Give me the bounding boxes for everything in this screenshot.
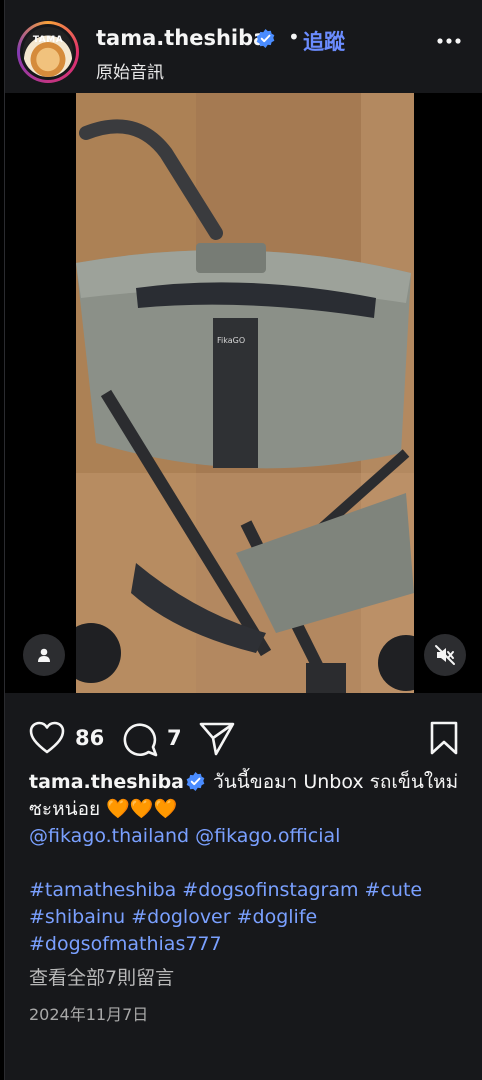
share-icon[interactable] <box>198 721 236 757</box>
avatar-text: TAMA <box>32 35 64 45</box>
stroller-video-frame: FikaGO <box>76 93 414 693</box>
comment-icon[interactable] <box>122 721 158 757</box>
more-options-icon[interactable] <box>437 38 461 44</box>
post-card: TAMA tama.theshiba • 追蹤 原始音訊 FikaGO 86 7… <box>4 0 482 1080</box>
heart-icon[interactable] <box>29 721 65 755</box>
video-frame[interactable]: FikaGO <box>76 93 414 693</box>
bookmark-icon[interactable] <box>429 721 459 755</box>
user-tags-button[interactable] <box>23 634 65 676</box>
username-link[interactable]: tama.theshiba <box>96 26 267 50</box>
caption-mentions[interactable]: @fikago.thailand @fikago.official <box>29 825 340 847</box>
brand-tag: FikaGO <box>217 336 245 345</box>
separator-dot: • <box>288 25 300 49</box>
follow-button[interactable]: 追蹤 <box>303 26 345 56</box>
video-player[interactable]: FikaGO <box>5 93 482 693</box>
action-bar: 86 7 <box>5 714 482 760</box>
post-header: TAMA tama.theshiba • 追蹤 原始音訊 <box>5 0 482 93</box>
verified-badge-icon <box>256 29 275 48</box>
muted-speaker-icon <box>435 645 455 665</box>
like-count[interactable]: 86 <box>75 726 104 750</box>
view-all-comments-link[interactable]: 查看全部7則留言 <box>29 963 174 990</box>
post-date: 2024年11月7日 <box>29 1005 149 1024</box>
caption: tama.theshiba วันนี้ขอมา Unbox รถเข็นใหม… <box>29 769 469 850</box>
caption-hashtags[interactable]: #tamatheshiba #dogsofinstagram #cute #sh… <box>29 877 469 958</box>
mute-button[interactable] <box>424 634 466 676</box>
user-icon <box>38 648 50 662</box>
original-audio-link[interactable]: 原始音訊 <box>96 58 164 83</box>
verified-badge-icon <box>186 772 205 791</box>
avatar[interactable]: TAMA <box>17 21 79 83</box>
comment-count[interactable]: 7 <box>167 726 182 750</box>
caption-username[interactable]: tama.theshiba <box>29 771 184 793</box>
